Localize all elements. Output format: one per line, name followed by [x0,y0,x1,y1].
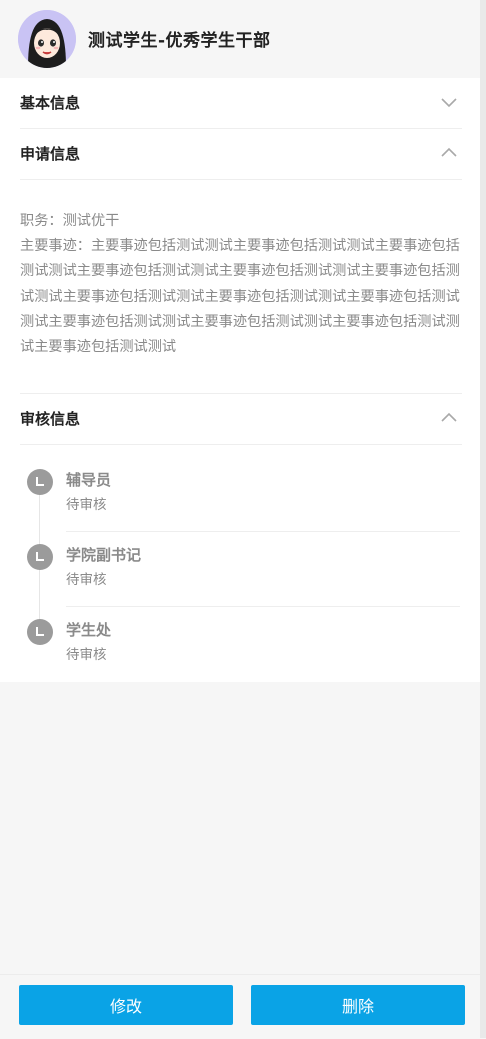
delete-button[interactable]: 删除 [251,985,465,1025]
detail-card: 基本信息 申请信息 职务：测试优干 主要事迹：主要事迹包括测试测试主要事迹包括测… [0,78,480,682]
timeline-step: 学院副书记 待审核 [20,520,462,607]
section-basic-info-label: 基本信息 [20,94,81,112]
scrollbar-track[interactable] [480,0,486,1038]
duty-text: 职务：测试优干 [20,213,120,229]
step-status: 待审核 [66,647,107,663]
clock-icon [27,544,53,570]
timeline-step: 学生处 待审核 [20,595,462,669]
page-title: 测试学生-优秀学生干部 [88,31,271,51]
timeline-step: 辅导员 待审核 [20,445,462,532]
footer-actions: 修改 删除 [0,974,480,1039]
application-detail: 职务：测试优干 主要事迹：主要事迹包括测试测试主要事迹包括测试测试主要事迹包括测… [20,209,462,360]
clock-icon [27,619,53,645]
section-review-info-label: 审核信息 [20,410,81,428]
chevron-up-icon[interactable] [440,409,458,427]
review-timeline: 辅导员 待审核 学院副书记 待审核 学生处 待审核 [20,445,462,681]
step-status: 待审核 [66,497,107,513]
section-basic-info[interactable]: 基本信息 [20,78,462,129]
section-application-info-label: 申请信息 [20,145,81,163]
clock-icon [27,469,53,495]
section-application-info[interactable]: 申请信息 [20,129,462,180]
step-status: 待审核 [66,572,107,588]
deeds-text: 主要事迹：主要事迹包括测试测试主要事迹包括测试测试主要事迹包括测试测试主要事迹包… [20,238,460,356]
section-review-info[interactable]: 审核信息 [20,393,462,445]
page: 测试学生-优秀学生干部 基本信息 申请信息 职务：测试优干 主要事迹：主要事迹包… [0,0,480,1039]
chevron-up-icon[interactable] [440,144,458,162]
edit-button[interactable]: 修改 [19,985,233,1025]
step-name: 辅导员 [66,471,112,489]
header: 测试学生-优秀学生干部 [0,0,480,78]
chevron-down-icon[interactable] [440,93,458,111]
step-name: 学院副书记 [66,546,142,564]
avatar [18,10,76,68]
step-name: 学生处 [66,621,112,639]
